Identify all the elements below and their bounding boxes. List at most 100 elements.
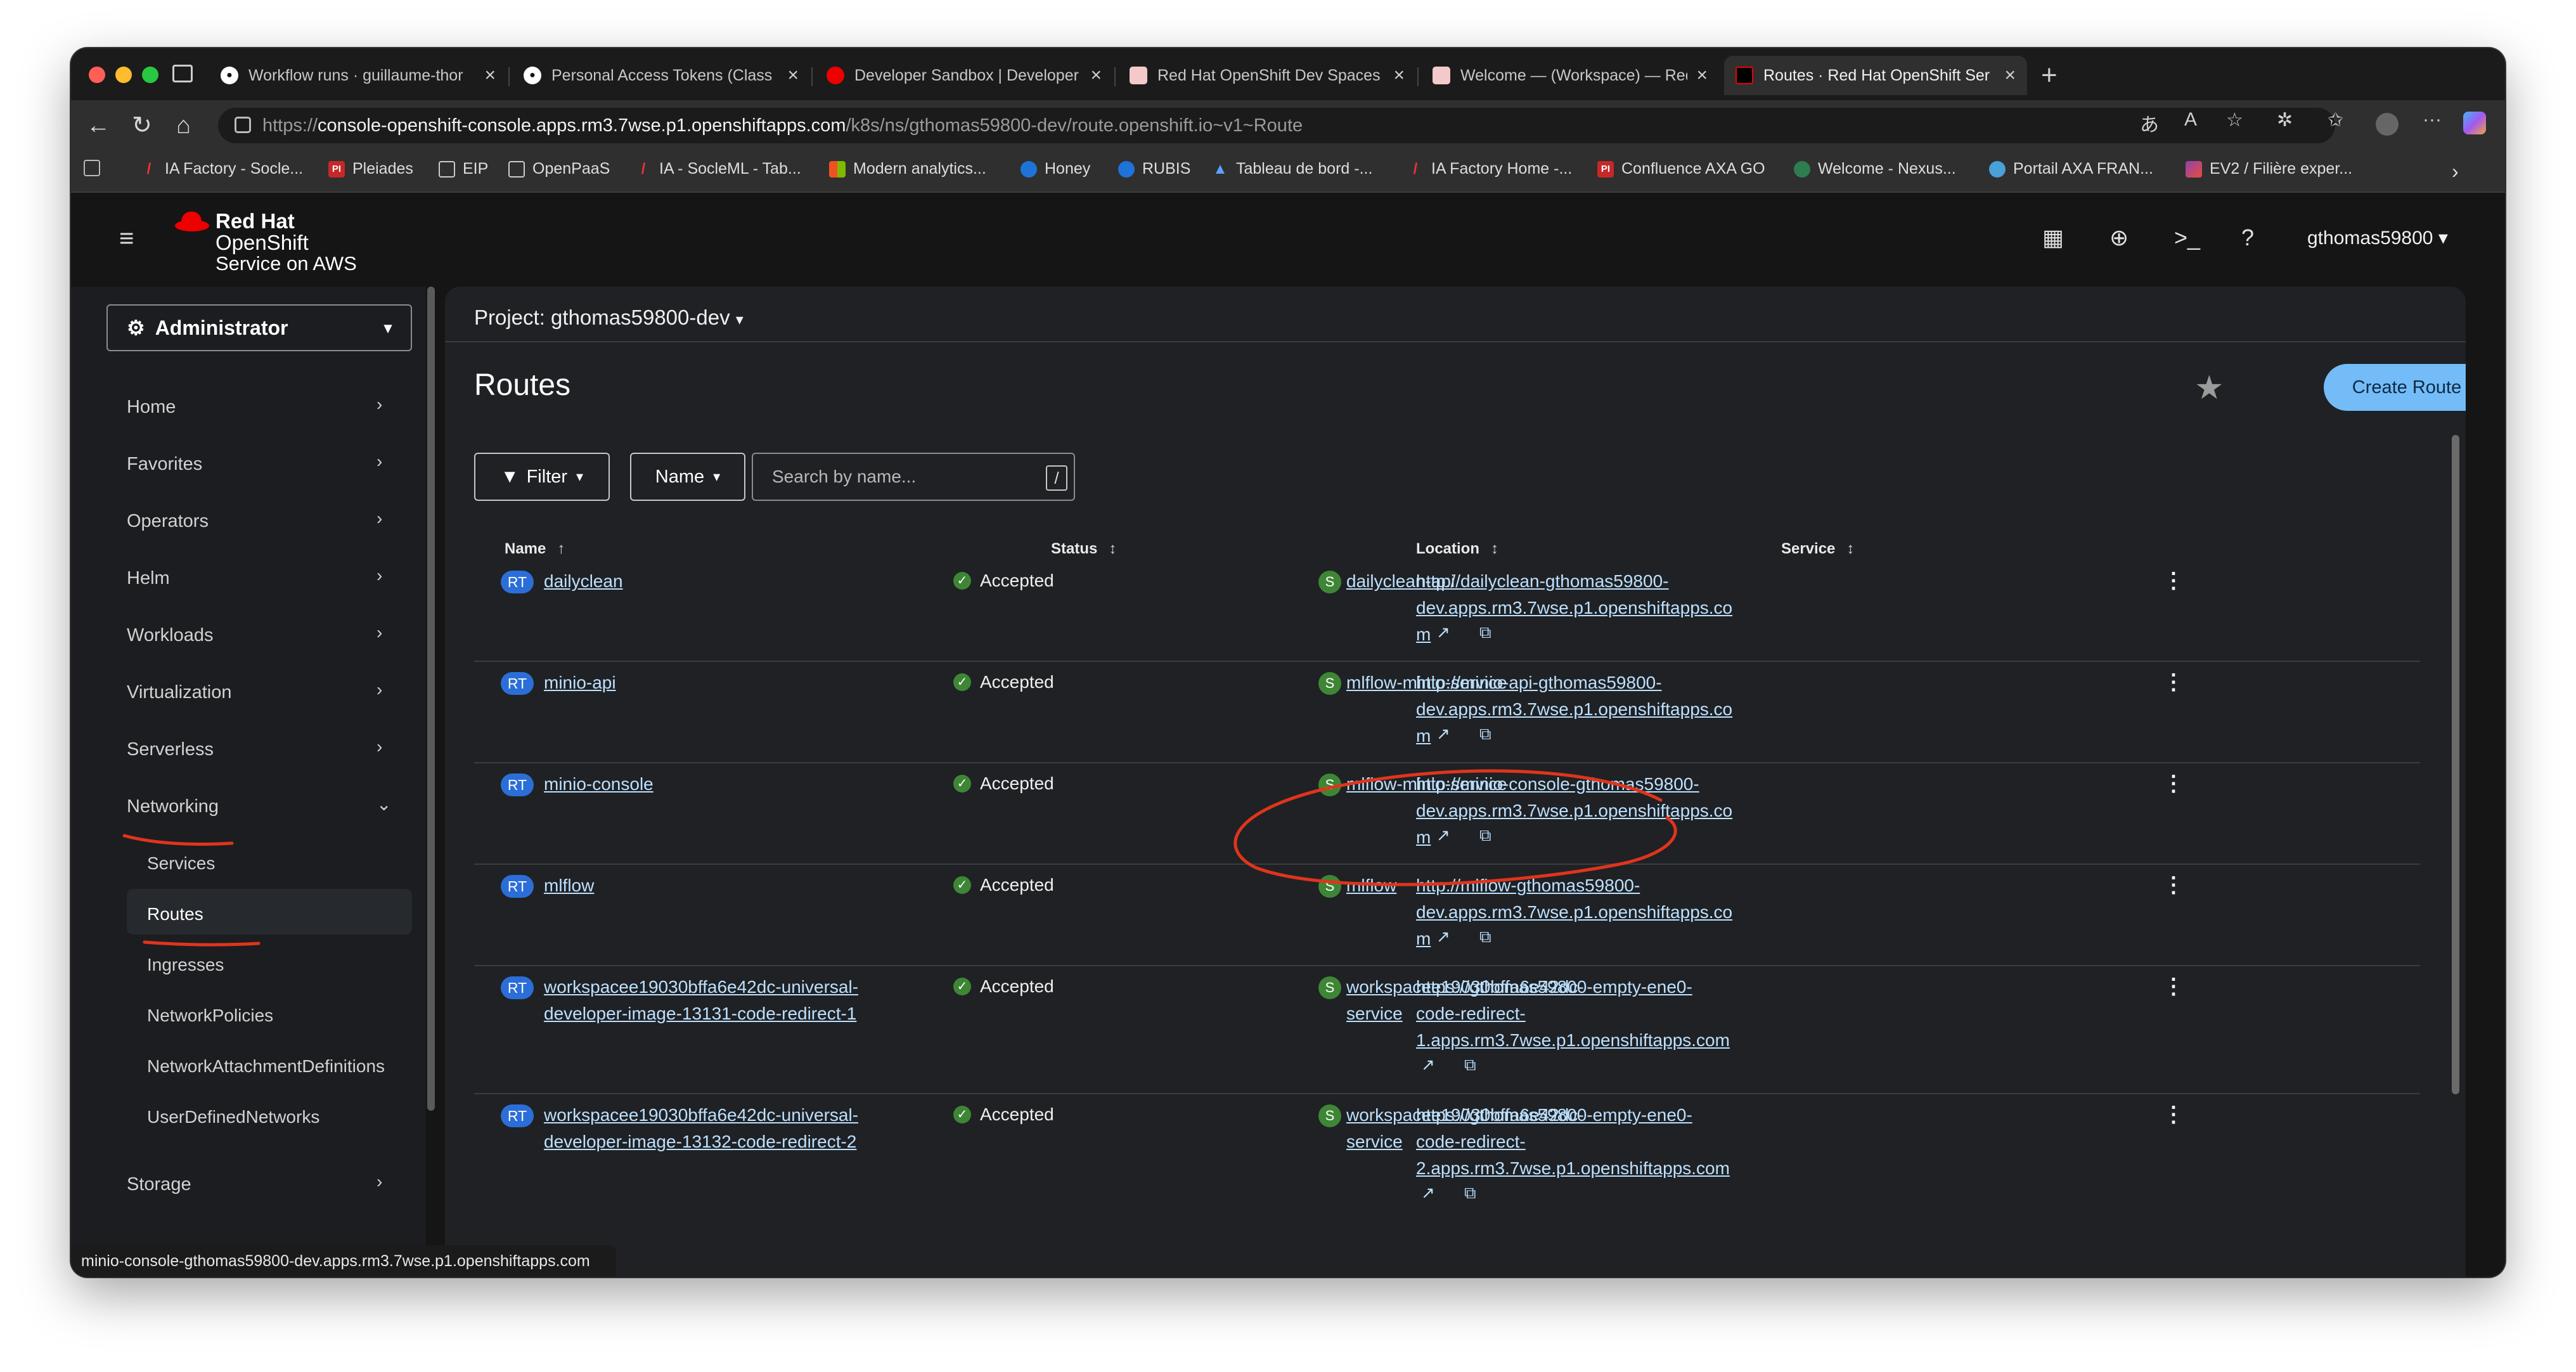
service-link[interactable]: mlflow [1346,872,1396,899]
new-tab-button[interactable]: + [2041,60,2058,91]
nav-routes[interactable]: Routes [147,904,203,924]
browser-tab[interactable]: ● Workflow runs · guillaume-thor × [209,56,507,95]
route-name-link[interactable]: workspacee19030bffa6e42dc-universal-deve… [544,1102,858,1155]
service-link[interactable]: mlflow-minio-service [1346,670,1507,696]
external-link-icon[interactable]: ↗ [1436,623,1450,642]
nav-ingresses[interactable]: Ingresses [147,955,224,975]
nav-services[interactable]: Services [147,853,215,874]
nav-networkattachmentdefinitions[interactable]: NetworkAttachmentDefinitions [147,1056,385,1077]
kebab-menu-icon[interactable]: ⋮ [2163,771,2184,796]
service-link[interactable]: workspacee19030bffa6e42dc-service [1346,1102,1584,1155]
close-tab-icon[interactable]: × [1393,65,1405,86]
browser-tab[interactable]: Developer Sandbox | Developer × [815,56,1113,95]
minimize-window-button[interactable] [115,67,132,83]
route-name-link[interactable]: workspacee19030bffa6e42dc-universal-deve… [544,974,858,1027]
bookmark-item[interactable]: EIP [439,160,488,178]
tab-actions-icon[interactable] [172,65,193,82]
route-name-link[interactable]: minio-api [544,670,616,696]
kebab-menu-icon[interactable]: ⋮ [2163,670,2184,695]
kebab-menu-icon[interactable]: ⋮ [2163,974,2184,999]
close-tab-icon[interactable]: × [787,65,799,86]
bookmark-item[interactable]: RUBIS [1118,160,1190,178]
favorites-icon[interactable]: ✩ [2328,109,2343,131]
project-selector[interactable]: Project: gthomas59800-dev ▾ [474,306,744,330]
nav-virtualization[interactable]: Virtualization [127,682,232,703]
more-menu-icon[interactable]: ··· [2423,109,2442,131]
bookmark-item[interactable]: ▲ Tableau de bord -... [1212,160,1372,178]
browser-tab[interactable]: Red Hat OpenShift Dev Spaces × [1118,56,1416,95]
nav-userdefinednetworks[interactable]: UserDefinedNetworks [147,1107,319,1127]
close-tab-icon[interactable]: × [1696,65,1708,86]
bookmark-item[interactable]: PI Pleiades [328,160,413,178]
maximize-window-button[interactable] [142,67,158,83]
favorite-star-icon[interactable]: ☆ [2226,109,2243,131]
back-icon[interactable]: ← [86,112,110,139]
bookmark-item[interactable]: / IA - SocleML - Tab... [635,160,801,178]
external-link-icon[interactable]: ↗ [1436,724,1450,744]
route-location-link[interactable]: http://mlflow-gthomas59800- dev.apps.rm3.… [1416,872,1732,952]
read-aloud-icon[interactable]: A [2184,109,2197,131]
browser-tab[interactable]: Welcome — (Workspace) — Red × [1421,56,1719,95]
copy-icon[interactable]: ⧉ [1479,825,1491,846]
service-link[interactable]: mlflow-minio-service [1346,771,1507,798]
nav-networkpolicies[interactable]: NetworkPolicies [147,1006,273,1026]
favorite-star-icon[interactable]: ★ [2194,369,2224,407]
bookmark-item[interactable]: Modern analytics... [829,160,986,178]
nav-operators[interactable]: Operators [127,511,209,532]
route-name-link[interactable]: mlflow [544,872,594,899]
close-tab-icon[interactable]: × [484,65,496,86]
profile-avatar[interactable] [2376,113,2399,136]
kebab-menu-icon[interactable]: ⋮ [2163,1102,2184,1127]
home-icon[interactable]: ⌂ [176,112,191,139]
copy-icon[interactable]: ⧉ [1464,1183,1476,1203]
external-link-icon[interactable]: ↗ [1421,1055,1435,1075]
browser-tab-active[interactable]: Routes · Red Hat OpenShift Ser × [1724,56,2027,95]
help-icon[interactable]: ? [2241,224,2254,251]
translate-icon[interactable]: あ [2140,109,2159,137]
bookmark-item[interactable]: Portail AXA FRAN... [1989,160,2153,178]
sidebar-scrollbar[interactable] [427,287,435,1111]
close-window-button[interactable] [89,67,105,83]
bookmarks-overflow-chevron-icon[interactable]: › [2452,160,2459,183]
filter-button[interactable]: ▼ Filter ▾ [474,453,610,501]
perspective-switcher[interactable]: ⚙ Administrator ▾ [106,304,412,351]
kebab-menu-icon[interactable]: ⋮ [2163,568,2184,593]
column-header-name[interactable]: Name ↑ [505,540,565,558]
bookmark-item[interactable]: / IA Factory - Socle... [141,160,303,178]
column-header-status[interactable]: Status ↕ [1051,540,1116,558]
service-link[interactable]: workspacee19030bffa6e42dc-service [1346,974,1584,1027]
search-input[interactable]: Search by name... / [752,453,1075,501]
close-tab-icon[interactable]: × [2004,65,2016,86]
nav-workloads[interactable]: Workloads [127,625,213,646]
nav-serverless[interactable]: Serverless [127,739,214,760]
user-menu[interactable]: gthomas59800 ▾ [2307,227,2448,249]
app-launcher-icon[interactable]: ▦ [2042,224,2064,251]
hamburger-menu-icon[interactable]: ≡ [119,224,134,253]
terminal-icon[interactable]: >_ [2174,224,2200,251]
copy-icon[interactable]: ⧉ [1464,1055,1476,1075]
url-field[interactable]: https://console-openshift-console.apps.r… [218,108,2335,143]
nav-helm[interactable]: Helm [127,568,170,589]
external-link-icon[interactable]: ↗ [1436,825,1450,845]
extensions-icon[interactable]: ✲ [2277,109,2293,131]
sidebar-toggle-icon[interactable] [84,160,108,176]
bookmark-item[interactable]: Honey [1021,160,1090,178]
bookmark-item[interactable]: EV2 / Filière exper... [2186,160,2352,178]
browser-tab[interactable]: ● Personal Access Tokens (Class × [512,56,810,95]
copy-icon[interactable]: ⧉ [1479,927,1491,947]
bookmark-item[interactable]: OpenPaaS [508,160,610,178]
external-link-icon[interactable]: ↗ [1421,1183,1435,1203]
nav-home[interactable]: Home [127,397,176,418]
nav-networking[interactable]: Networking [127,796,219,817]
route-name-link[interactable]: minio-console [544,771,654,798]
reload-icon[interactable]: ↻ [132,112,152,139]
column-header-service[interactable]: Service ↕ [1781,540,1854,558]
name-filter-select[interactable]: Name ▾ [630,453,745,501]
main-scrollbar[interactable] [2452,435,2459,1094]
route-location-link[interactable]: http://dailyclean-gthomas59800- dev.apps.… [1416,568,1732,648]
service-link[interactable]: dailyclean-api [1346,568,1455,595]
close-tab-icon[interactable]: × [1090,65,1102,86]
external-link-icon[interactable]: ↗ [1436,927,1450,947]
copilot-icon[interactable] [2463,112,2486,134]
route-name-link[interactable]: dailyclean [544,568,623,595]
